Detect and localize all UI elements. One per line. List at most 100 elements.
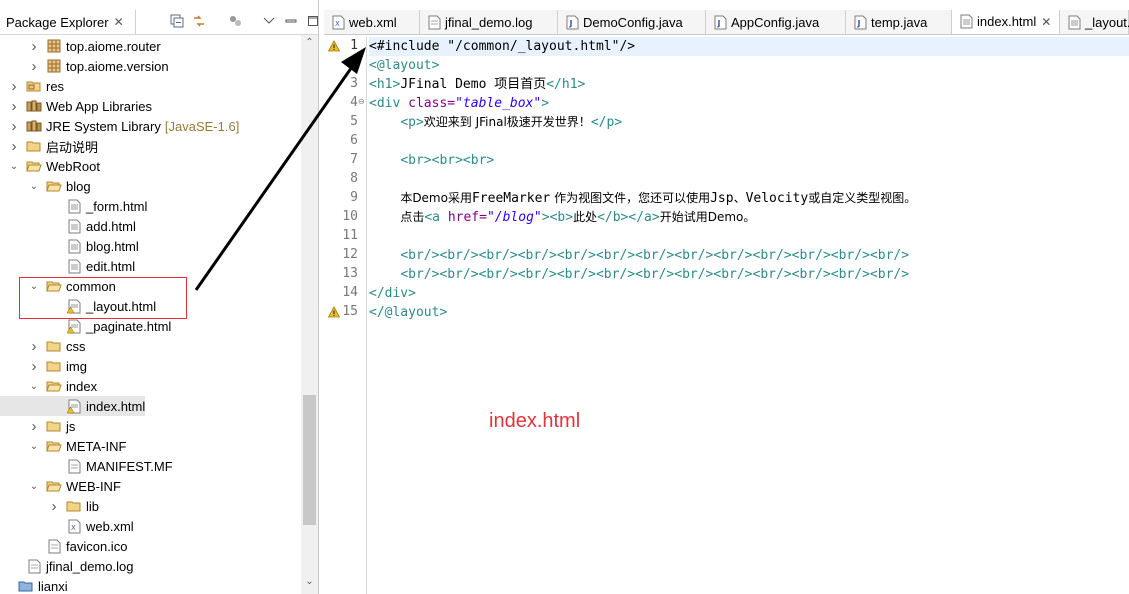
html-file-icon	[66, 238, 82, 254]
tree-item-top-aiome-version[interactable]: › top.aiome.version	[0, 56, 169, 76]
collapsed-chevron-icon: ·	[48, 221, 60, 232]
editor-tab-index-html[interactable]: index.html ✕	[952, 10, 1060, 34]
html-file-icon	[66, 258, 82, 274]
package-explorer-title: Package Explorer	[6, 14, 109, 30]
library-icon	[26, 118, 42, 134]
warning-icon[interactable]	[327, 40, 341, 52]
line-number: 12	[342, 247, 358, 262]
java-file-icon: J	[854, 15, 867, 30]
tree-item-index[interactable]: ⌄ index	[0, 376, 97, 396]
tree-item-lianxi[interactable]: · lianxi	[0, 576, 68, 594]
tree-item-index-html[interactable]: · index.html	[0, 396, 146, 416]
tree-item-label: web.xml	[86, 518, 134, 534]
html-file-icon	[66, 218, 82, 234]
tree-item-top-aiome-router[interactable]: › top.aiome.router	[0, 36, 161, 56]
expanded-chevron-icon[interactable]: ⌄	[28, 481, 40, 492]
collapsed-chevron-icon[interactable]: ›	[28, 38, 40, 55]
editor-tab-jfinal-demo-log[interactable]: jfinal_demo.log	[420, 10, 558, 34]
tree-item-label: jfinal_demo.log	[46, 558, 134, 574]
link-with-editor-icon[interactable]	[190, 12, 208, 30]
tree-scrollbar[interactable]: ⌃ ⌄	[301, 35, 318, 594]
collapsed-chevron-icon[interactable]: ›	[8, 138, 20, 155]
expanded-chevron-icon[interactable]: ⌄	[28, 181, 40, 192]
expanded-chevron-icon[interactable]: ⌄	[8, 161, 20, 172]
tree-item-label: res	[46, 78, 65, 94]
collapsed-chevron-icon[interactable]: ›	[28, 58, 40, 75]
folder-open-icon	[46, 178, 62, 194]
folder-icon	[46, 358, 62, 374]
close-icon[interactable]: ✕	[1041, 15, 1051, 29]
tree-item-label: js	[66, 418, 76, 434]
line-number: 13	[342, 266, 358, 281]
collapsed-chevron-icon[interactable]: ›	[8, 118, 20, 135]
tree-item-label: _paginate.html	[86, 318, 172, 334]
scroll-down-icon[interactable]: ⌄	[301, 576, 318, 587]
tree-item-label: WebRoot	[46, 158, 100, 174]
collapsed-chevron-icon: ·	[48, 521, 60, 532]
html-file-icon	[1068, 15, 1081, 30]
annotation-label: index.html	[489, 410, 581, 432]
code-line-7: <br><br><br>	[400, 153, 495, 168]
maximize-icon[interactable]	[304, 12, 322, 30]
tree-item-blog-html[interactable]: · blog.html	[0, 236, 139, 256]
tree-item-label: index	[66, 378, 98, 394]
view-menu-icon[interactable]	[260, 12, 278, 30]
project-icon	[18, 578, 34, 594]
tree-item-css[interactable]: › css	[0, 336, 86, 356]
tree-item-label: edit.html	[86, 258, 136, 274]
tree-item-label: WEB-INF	[66, 478, 121, 494]
tree-item-lib[interactable]: › lib	[0, 496, 100, 516]
editor-tab-temp-java[interactable]: Jtemp.java	[846, 10, 952, 34]
html-file-warning-icon	[66, 318, 82, 334]
minimize-icon[interactable]	[282, 12, 300, 30]
editor-tab-appconfig-java[interactable]: J AppConfig.java	[706, 10, 846, 34]
close-icon[interactable]: ✕	[114, 15, 124, 29]
collapsed-chevron-icon: ·	[48, 261, 60, 272]
editor-tab--layout-[interactable]: _layout.	[1060, 10, 1129, 34]
tree-item--paginate-html[interactable]: · _paginate.html	[0, 316, 171, 336]
tree-item-jfinal-demo-log[interactable]: · jfinal_demo.log	[0, 556, 133, 576]
line-number: 8	[350, 171, 358, 186]
expanded-chevron-icon[interactable]: ⌄	[28, 381, 40, 392]
tree-item-js[interactable]: › js	[0, 416, 76, 436]
tree-item-label: Web App Libraries	[46, 98, 152, 114]
line-number: 2	[350, 57, 358, 72]
svg-text:J: J	[717, 19, 721, 28]
tree-item-启动说明[interactable]: › 启动说明	[0, 136, 99, 156]
scroll-up-icon[interactable]: ⌃	[301, 37, 318, 48]
collapse-all-icon[interactable]	[168, 12, 186, 30]
line-number: 14	[342, 285, 358, 300]
tree-item-jre-system-library[interactable]: › JRE System Library [JavaSE-1.6]	[0, 116, 240, 136]
tree-item-img[interactable]: › img	[0, 356, 87, 376]
scrollbar-thumb[interactable]	[303, 395, 316, 525]
code-line-13: <br/><br/><br/><br/><br/><br/><br/><br/>…	[400, 267, 910, 282]
tree-item-res[interactable]: › res	[0, 76, 65, 96]
warning-icon[interactable]	[327, 306, 341, 318]
collapsed-chevron-icon: ·	[28, 541, 40, 552]
expanded-chevron-icon[interactable]: ⌄	[28, 441, 40, 452]
focus-icon[interactable]	[226, 12, 244, 30]
collapsed-chevron-icon[interactable]: ›	[28, 338, 40, 355]
collapsed-chevron-icon[interactable]: ›	[48, 498, 60, 515]
package-explorer-tab[interactable]: Package Explorer ✕	[0, 10, 136, 34]
code-editor[interactable]: <#include "/common/_layout.html"/> <@lay…	[369, 37, 1129, 594]
tree-item-web-xml[interactable]: · Xweb.xml	[0, 516, 134, 536]
tree-item-meta-inf[interactable]: ⌄ META-INF	[0, 436, 127, 456]
tree-item--form-html[interactable]: · _form.html	[0, 196, 147, 216]
folder-icon	[26, 138, 42, 154]
collapsed-chevron-icon[interactable]: ›	[8, 98, 20, 115]
tree-item-webroot[interactable]: ⌄ WebRoot	[0, 156, 100, 176]
tree-item-web-inf[interactable]: ⌄ WEB-INF	[0, 476, 121, 496]
tree-item-favicon-ico[interactable]: · favicon.ico	[0, 536, 127, 556]
tree-item-web-app-libraries[interactable]: › Web App Libraries	[0, 96, 153, 116]
editor-tab-democonfig-java[interactable]: J DemoConfig.java	[558, 10, 706, 34]
collapsed-chevron-icon[interactable]: ›	[28, 418, 40, 435]
editor-tab-web-xml[interactable]: Xweb.xml	[324, 10, 420, 34]
tree-item-blog[interactable]: ⌄ blog	[0, 176, 91, 196]
tree-item-manifest-mf[interactable]: · MANIFEST.MF	[0, 456, 173, 476]
collapsed-chevron-icon[interactable]: ›	[28, 358, 40, 375]
tree-item-edit-html[interactable]: · edit.html	[0, 256, 135, 276]
fold-icon[interactable]: ⊖	[358, 97, 365, 106]
collapsed-chevron-icon[interactable]: ›	[8, 78, 20, 95]
tree-item-add-html[interactable]: · add.html	[0, 216, 136, 236]
